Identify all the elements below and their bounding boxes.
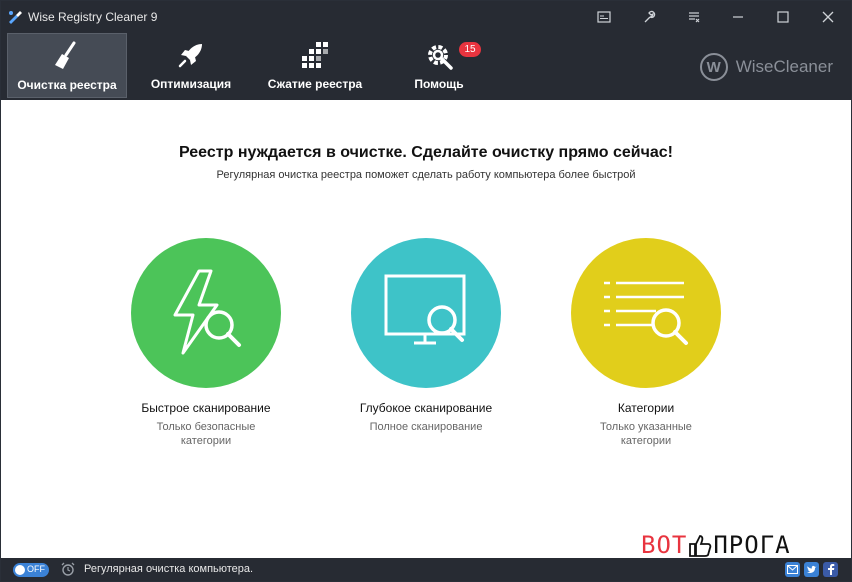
title-bar: Wise Registry Cleaner 9 bbox=[1, 1, 851, 33]
twitter-icon bbox=[807, 565, 817, 573]
rocket-icon bbox=[175, 39, 207, 71]
categories-circle[interactable] bbox=[571, 238, 721, 388]
page-title: Реестр нуждается в очистке. Сделайте очи… bbox=[179, 144, 673, 161]
app-logo-icon bbox=[9, 11, 22, 24]
maximize-icon bbox=[777, 11, 789, 23]
site-watermark: BOT ПРОГА bbox=[641, 531, 791, 559]
app-window: Wise Registry Cleaner 9 Очистка реестра … bbox=[0, 0, 852, 582]
wisecleaner-logo: W bbox=[699, 53, 728, 81]
options-list-icon bbox=[689, 12, 700, 23]
compress-blocks-icon bbox=[299, 39, 331, 71]
toggle-knob bbox=[15, 565, 25, 575]
tab-label: Оптимизация bbox=[150, 77, 232, 91]
options-button[interactable] bbox=[671, 3, 717, 31]
deep-scan-desc: Полное сканирование bbox=[369, 421, 483, 433]
status-bar: OFF Регулярная очистка компьютера. bbox=[1, 558, 851, 581]
minimize-icon bbox=[733, 16, 743, 18]
auto-clean-toggle[interactable]: OFF bbox=[13, 563, 49, 577]
tab-optimization[interactable]: Оптимизация bbox=[141, 33, 241, 98]
deep-scan-option[interactable]: Глубокое сканирование Полное сканировани… bbox=[316, 238, 536, 434]
watermark-part2: ПРОГА bbox=[713, 531, 791, 559]
tab-label: Помощь bbox=[414, 77, 464, 91]
tab-label: Сжатие реестра bbox=[267, 77, 363, 91]
page-subtitle: Регулярная очистка реестра поможет сдела… bbox=[216, 169, 636, 181]
maximize-button[interactable] bbox=[760, 3, 806, 31]
tab-registry-defrag[interactable]: Сжатие реестра bbox=[259, 33, 371, 98]
close-button[interactable] bbox=[805, 3, 851, 31]
close-icon bbox=[822, 11, 834, 23]
tab-help[interactable]: Помощь 15 bbox=[399, 33, 481, 98]
header: Wise Registry Cleaner 9 Очистка реестра … bbox=[1, 1, 851, 100]
categories-option[interactable]: Категории Только указанные категории bbox=[536, 238, 756, 448]
notification-badge: 15 bbox=[459, 42, 481, 57]
categories-desc: Только указанные категории bbox=[600, 421, 692, 447]
quick-scan-title: Быстрое сканирование bbox=[141, 401, 271, 415]
alarm-clock-icon[interactable] bbox=[61, 562, 75, 576]
facebook-icon bbox=[827, 564, 834, 575]
minimize-button[interactable] bbox=[715, 3, 761, 31]
menu-button[interactable] bbox=[581, 3, 627, 31]
quick-scan-option[interactable]: Быстрое сканирование Только безопасные к… bbox=[96, 238, 316, 448]
tab-label: Очистка реестра bbox=[17, 78, 117, 92]
app-title: Wise Registry Cleaner 9 bbox=[28, 10, 158, 24]
status-text: Регулярная очистка компьютера. bbox=[84, 563, 254, 575]
settings-wrench-icon bbox=[644, 10, 656, 23]
list-search-icon bbox=[604, 281, 688, 345]
tools-button[interactable] bbox=[626, 3, 672, 31]
quick-scan-desc: Только безопасные категории bbox=[156, 421, 256, 447]
watermark-part1: BOT bbox=[641, 531, 688, 559]
brand-name: WiseCleaner bbox=[735, 57, 833, 76]
facebook-button[interactable] bbox=[823, 562, 838, 577]
gear-wrench-icon bbox=[423, 39, 455, 71]
lightning-search-icon bbox=[173, 269, 241, 355]
quick-scan-circle[interactable] bbox=[131, 238, 281, 388]
menu-icon bbox=[597, 11, 611, 23]
mail-icon bbox=[787, 565, 798, 574]
twitter-button[interactable] bbox=[804, 562, 819, 577]
toggle-label: OFF bbox=[27, 564, 45, 574]
categories-title: Категории bbox=[617, 401, 675, 415]
brand: W WiseCleaner bbox=[699, 53, 833, 81]
broom-icon bbox=[51, 40, 83, 72]
deep-scan-title: Глубокое сканирование bbox=[359, 401, 493, 415]
tab-registry-cleaner[interactable]: Очистка реестра bbox=[7, 33, 127, 98]
deep-scan-circle[interactable] bbox=[351, 238, 501, 388]
monitor-search-icon bbox=[384, 274, 466, 345]
mail-button[interactable] bbox=[785, 562, 800, 577]
thumbs-up-icon bbox=[689, 535, 712, 557]
